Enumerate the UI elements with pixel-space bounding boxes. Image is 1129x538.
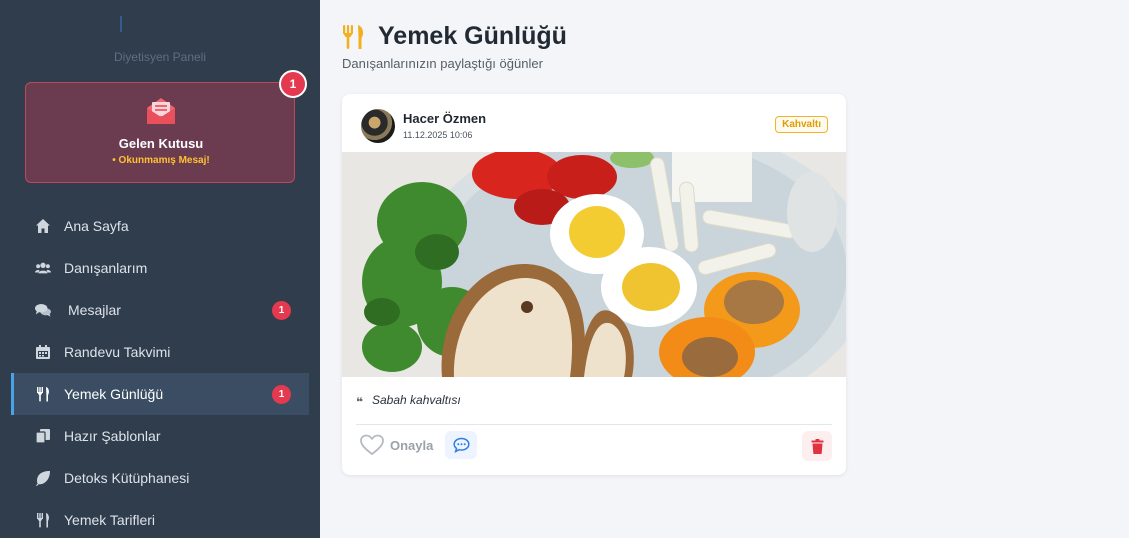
sidebar-item-label: Hazır Şablonlar xyxy=(64,428,161,444)
utensils-icon xyxy=(343,25,364,49)
sidebar-item-hazir-sablonlar[interactable]: Hazır Şablonlar xyxy=(11,415,309,457)
post-user-name: Hacer Özmen xyxy=(403,111,487,126)
sidebar-item-yemek-gunlugu[interactable]: Yemek Günlüğü 1 xyxy=(11,373,309,415)
messages-badge: 1 xyxy=(272,301,291,320)
post-caption: Sabah kahvaltısı xyxy=(372,393,461,407)
meal-photo[interactable] xyxy=(342,152,846,377)
trash-icon xyxy=(811,438,823,454)
approve-button[interactable]: Onayla xyxy=(360,433,433,457)
heart-icon xyxy=(360,434,384,456)
quote-icon: ❝ xyxy=(356,395,364,409)
sidebar-item-mesajlar[interactable]: Mesajlar 1 xyxy=(11,289,309,331)
post-timestamp: 11.12.2025 10:06 xyxy=(403,130,473,140)
inbox-unread-notice: • Okunmamış Mesaj! xyxy=(112,155,210,166)
sidebar-item-label: Mesajlar xyxy=(68,302,121,318)
sidebar-item-label: Danışanlarım xyxy=(64,260,148,276)
utensils-icon xyxy=(34,512,52,528)
home-icon xyxy=(34,218,52,234)
comment-icon xyxy=(452,437,470,453)
divider xyxy=(356,424,832,425)
users-icon xyxy=(34,260,52,276)
sidebar-item-label: Ana Sayfa xyxy=(64,218,129,234)
sidebar-item-ana-sayfa[interactable]: Ana Sayfa xyxy=(11,205,309,247)
inbox-badge: 1 xyxy=(279,70,307,98)
food-diary-badge: 1 xyxy=(272,385,291,404)
sidebar-item-label: Yemek Tarifleri xyxy=(64,512,156,528)
brand-logo xyxy=(120,16,122,32)
inbox-card[interactable]: Gelen Kutusu • Okunmamış Mesaj! xyxy=(25,82,295,183)
sidebar-item-label: Randevu Takvimi xyxy=(64,344,171,360)
comment-button[interactable] xyxy=(445,431,477,459)
sidebar-item-randevu-takvimi[interactable]: Randevu Takvimi xyxy=(11,331,309,373)
sidebar-item-danisanlarim[interactable]: Danışanlarım xyxy=(11,247,309,289)
copy-icon xyxy=(34,428,52,444)
sidebar: Diyetisyen Paneli Gelen Kutusu • Okunmam… xyxy=(0,0,320,538)
sidebar-item-detoks-kutuphanesi[interactable]: Detoks Kütüphanesi xyxy=(11,457,309,499)
leaf-icon xyxy=(34,470,52,486)
avatar xyxy=(361,109,395,143)
envelope-open-icon xyxy=(147,98,175,124)
page-title: Yemek Günlüğü xyxy=(378,22,567,50)
delete-button[interactable] xyxy=(802,431,832,461)
approve-label: Onayla xyxy=(390,437,434,453)
comments-icon xyxy=(34,302,52,318)
sidebar-item-label: Yemek Günlüğü xyxy=(64,386,164,402)
meal-type-badge: Kahvaltı xyxy=(775,116,828,133)
meal-post-card: Hacer Özmen 11.12.2025 10:06 Kahvaltı ❝ … xyxy=(342,94,846,475)
calendar-icon xyxy=(34,344,52,360)
sidebar-item-yemek-tarifleri[interactable]: Yemek Tarifleri xyxy=(11,499,309,538)
sidebar-item-label: Detoks Kütüphanesi xyxy=(64,470,190,486)
page-subtitle: Danışanlarınızın paylaştığı öğünler xyxy=(342,56,543,71)
sidebar-nav: Ana Sayfa Danışanlarım Mesajlar 1 Randev… xyxy=(11,205,309,538)
utensils-icon xyxy=(34,386,52,402)
inbox-title: Gelen Kutusu xyxy=(118,136,204,151)
brand-subtitle: Diyetisyen Paneli xyxy=(113,50,207,64)
